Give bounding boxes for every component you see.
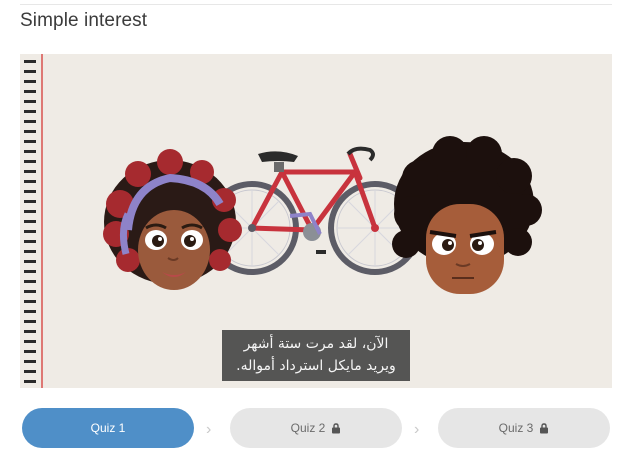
quiz-1-button[interactable]: Quiz 1	[22, 408, 194, 448]
chevron-right-icon: ›	[206, 421, 212, 438]
subtitle-line-1: الآن، لقد مرت ستة أشهر	[243, 336, 389, 352]
girl-character	[103, 149, 242, 290]
subtitle-line-2: ويريد مايكل استرداد أمواله.	[236, 358, 396, 374]
lock-icon	[332, 422, 341, 433]
boy-character	[392, 136, 542, 294]
quiz-2-button[interactable]: Quiz 2	[230, 408, 402, 448]
top-divider	[20, 4, 612, 5]
quiz-3-button[interactable]: Quiz 3	[438, 408, 610, 448]
chevron-right-icon: ›	[414, 421, 420, 438]
video-player[interactable]: الآن، لقد مرت ستة أشهر ويريد مايكل استرد…	[20, 54, 612, 388]
lock-icon	[540, 422, 549, 433]
quiz-3-label: Quiz 3	[498, 421, 534, 435]
video-subtitle: الآن، لقد مرت ستة أشهر ويريد مايكل استرد…	[222, 330, 410, 381]
page-title: Simple interest	[20, 10, 148, 31]
quiz-1-label: Quiz 1	[90, 421, 126, 435]
notebook-spiral	[24, 54, 43, 388]
quiz-2-label: Quiz 2	[290, 421, 326, 435]
bicycle-illustration	[205, 146, 422, 275]
quiz-navigation: Quiz 1 › Quiz 2 › Quiz 3	[0, 408, 622, 450]
